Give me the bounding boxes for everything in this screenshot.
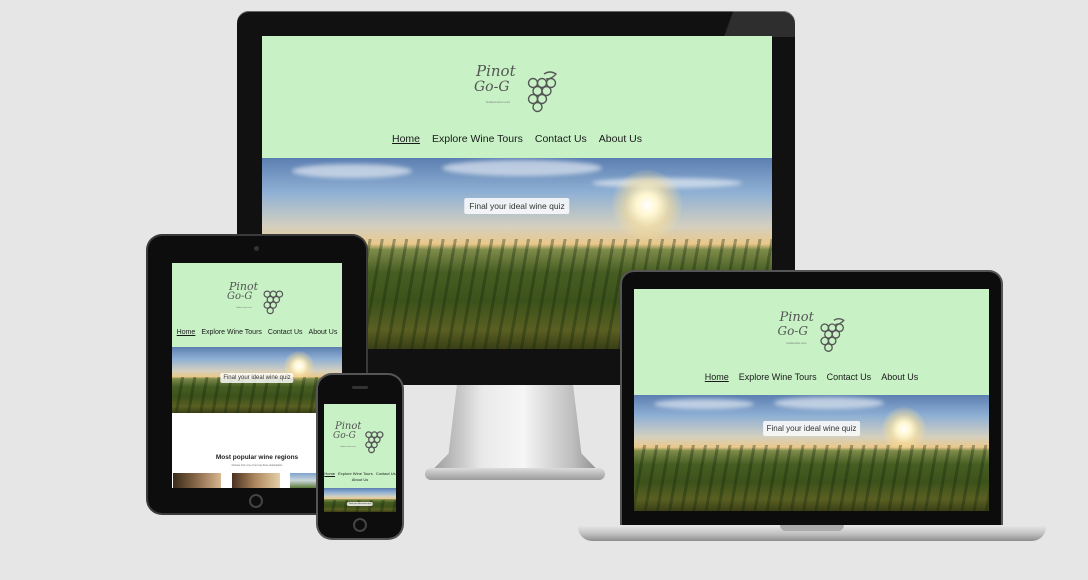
tablet-nav-contact-us[interactable]: Contact Us — [268, 329, 303, 336]
phone-nav-home[interactable]: Home — [324, 471, 335, 476]
popular-regions-section: Most popular wine regions Choose from on… — [172, 413, 342, 488]
phone-wine-quiz-button[interactable]: Final your ideal wine quiz — [346, 502, 374, 506]
tablet-camera — [254, 246, 259, 251]
tablet-nav-explore-wine-tours[interactable]: Explore Wine Tours — [201, 329, 262, 336]
logo-text-line2: Go-G — [474, 79, 510, 95]
laptop-hero-image: Final your ideal wine quiz — [634, 395, 989, 511]
logo-tagline: Guided wine tours — [485, 100, 511, 104]
main-nav: Home Explore Wine Tours Contact Us About… — [262, 133, 772, 145]
laptop-site-logo[interactable]: Pinot Go-G Guided wine tours — [777, 311, 847, 359]
logo-text-line1: Pinot — [476, 62, 516, 80]
nav-about-us[interactable]: About Us — [599, 133, 642, 145]
laptop-opening-notch — [780, 525, 844, 531]
tablet-home-button — [249, 494, 263, 508]
nav-explore-wine-tours[interactable]: Explore Wine Tours — [432, 133, 523, 145]
laptop-logo-text-line1: Pinot — [779, 310, 814, 325]
laptop-logo-tagline: Guided wine tours — [786, 342, 807, 345]
laptop-nav-home[interactable]: Home — [705, 372, 729, 382]
phone-nav-explore-wine-tours[interactable]: Explore Wine Tours — [338, 471, 373, 476]
phone-grape-icon — [365, 431, 384, 454]
region-card-2[interactable] — [232, 473, 280, 488]
wine-quiz-button[interactable]: Final your ideal wine quiz — [464, 198, 570, 214]
phone-logo-tagline: Guided wine tours — [339, 446, 357, 448]
tablet-grape-icon — [263, 290, 284, 315]
tablet-logo-text-line2: Go-G — [227, 291, 253, 302]
monitor-base — [425, 468, 605, 480]
laptop-nav-explore-wine-tours[interactable]: Explore Wine Tours — [739, 372, 817, 382]
monitor-stand — [432, 385, 598, 480]
sun-glow — [612, 170, 682, 240]
phone-site-header: Pinot Go-G Guided wine tours Home Explor… — [324, 404, 396, 488]
phone-nav-contact-us[interactable]: Contact Us — [376, 471, 396, 476]
tablet-logo-tagline: Guided wine tours — [235, 307, 253, 309]
laptop-main-nav: Home Explore Wine Tours Contact Us About… — [634, 372, 989, 382]
phone-speaker — [352, 386, 368, 389]
tablet-hero-image: Final your ideal wine quiz — [172, 347, 342, 413]
section-title: Most popular wine regions — [215, 454, 299, 461]
section-subtitle: Choose from one of our top three destina… — [231, 464, 283, 467]
phone-hero-image: Final your ideal wine quiz — [324, 488, 396, 512]
laptop-nav-contact-us[interactable]: Contact Us — [827, 372, 872, 382]
tablet-screen: Pinot Go-G Guided wine tours Home Explor… — [172, 263, 342, 488]
phone-nav-about-us[interactable]: About Us — [352, 477, 368, 482]
tablet-nav-home[interactable]: Home — [177, 329, 196, 336]
phone-logo-text-line2: Go-G — [333, 431, 356, 441]
grape-icon — [527, 71, 558, 113]
laptop-logo-text-line2: Go-G — [777, 324, 808, 338]
laptop-grape-icon — [819, 317, 845, 352]
laptop-screen: Pinot Go-G Guided wine tours Home Explor… — [634, 289, 989, 511]
region-card-1[interactable] — [173, 473, 221, 488]
laptop-nav-about-us[interactable]: About Us — [881, 372, 918, 382]
laptop-site-header: Pinot Go-G Guided wine tours Home Explor… — [634, 289, 989, 395]
site-logo[interactable]: Pinot Go-G Guided wine tours — [472, 64, 562, 120]
tablet-site-logo[interactable]: Pinot Go-G Guided wine tours — [227, 281, 287, 321]
nav-home[interactable]: Home — [392, 133, 420, 145]
phone-site-logo[interactable]: Pinot Go-G Guided wine tours — [333, 422, 387, 460]
tablet-wine-quiz-button[interactable]: Final your ideal wine quiz — [220, 373, 294, 383]
site-header: Pinot Go-G Guided wine tours Home Explor… — [262, 36, 772, 158]
laptop-wine-quiz-button[interactable]: Final your ideal wine quiz — [762, 421, 861, 436]
tablet-main-nav: Home Explore Wine Tours Contact Us About… — [172, 329, 342, 336]
nav-contact-us[interactable]: Contact Us — [535, 133, 587, 145]
tablet-site-header: Pinot Go-G Guided wine tours Home Explor… — [172, 263, 342, 347]
phone-screen: Pinot Go-G Guided wine tours Home Explor… — [324, 404, 396, 512]
phone-main-nav: Home Explore Wine Tours Contact Us About… — [324, 471, 396, 483]
phone-home-button — [353, 518, 367, 532]
tablet-nav-about-us[interactable]: About Us — [309, 329, 338, 336]
